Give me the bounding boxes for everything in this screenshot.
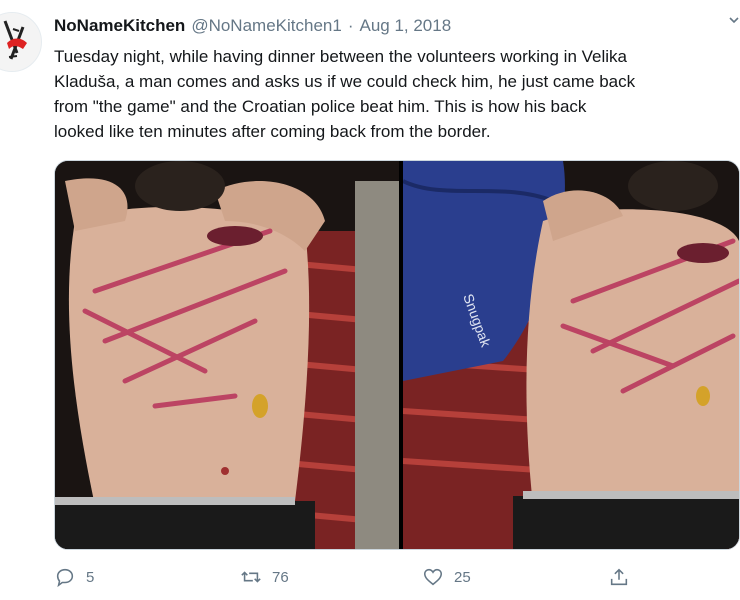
- photo-left[interactable]: [55, 161, 399, 549]
- no-name-kitchen-logo: [0, 13, 41, 71]
- chevron-down-icon[interactable]: [728, 14, 740, 26]
- retweet-button[interactable]: 76: [240, 565, 289, 589]
- photo-right[interactable]: Snugpak: [403, 161, 739, 549]
- avatar[interactable]: [0, 12, 42, 72]
- share-button[interactable]: [608, 565, 630, 589]
- back-photo-right: Snugpak: [403, 161, 739, 549]
- tweet-actions: 5 76 25: [54, 565, 694, 589]
- media-grid[interactable]: Snugpak: [54, 160, 740, 550]
- tweet-text: Tuesday night, while having dinner betwe…: [54, 47, 636, 141]
- retweet-icon: [241, 571, 261, 583]
- heart-icon: [423, 568, 443, 586]
- reply-button[interactable]: 5: [54, 565, 94, 589]
- back-photo-left: [55, 161, 399, 549]
- reply-icon: [56, 568, 74, 588]
- like-count: 25: [454, 568, 471, 586]
- reply-count: 5: [86, 568, 95, 586]
- display-name[interactable]: NoNameKitchen: [54, 16, 185, 36]
- tweet-header: NoNameKitchen @NoNameKitchen1 · Aug 1, 2…: [54, 16, 724, 38]
- like-button[interactable]: 25: [422, 565, 471, 589]
- tweet-date[interactable]: Aug 1, 2018: [359, 16, 451, 36]
- separator-dot: ·: [347, 16, 354, 35]
- user-handle[interactable]: @NoNameKitchen1: [191, 16, 342, 36]
- share-icon: [610, 568, 628, 586]
- retweet-count: 76: [272, 568, 289, 586]
